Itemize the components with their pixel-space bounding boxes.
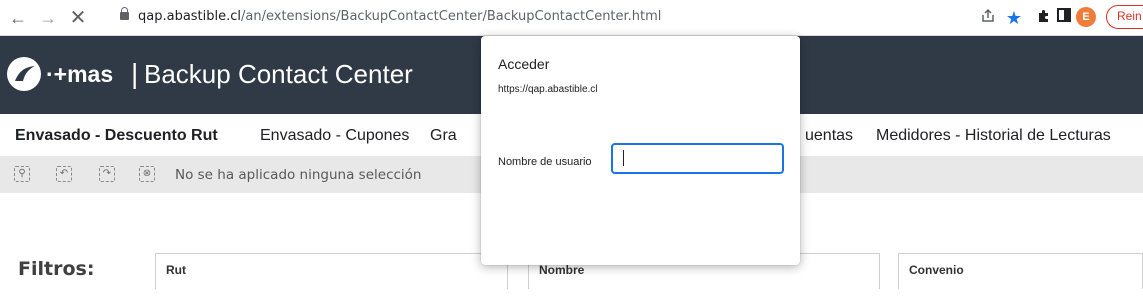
extensions-puzzle-icon[interactable]: [1034, 8, 1054, 28]
share-icon[interactable]: [978, 8, 998, 28]
filter-rut-label: Rut: [166, 263, 186, 277]
selection-status: No se ha aplicado ninguna selección: [175, 167, 422, 183]
tab-cuentas[interactable]: uentas: [805, 127, 853, 145]
side-panel-icon[interactable]: [1054, 8, 1074, 28]
profile-avatar[interactable]: E: [1076, 7, 1096, 27]
dialog-origin: https://qap.abastible.cl: [498, 84, 598, 95]
filter-convenio[interactable]: Convenio: [898, 253, 1143, 289]
text-cursor: [623, 150, 624, 166]
url-path: /an/extensions/BackupContactCenter/Backu…: [241, 9, 662, 24]
sign-in-dialog: Acceder https://qap.abastible.cl Nombre …: [481, 36, 800, 265]
forward-arrow-icon[interactable]: →: [36, 6, 60, 30]
browser-toolbar: ← → ✕ qap.abastible.cl/an/extensions/Bac…: [0, 0, 1143, 36]
brand-logo-text: ·+mas: [46, 61, 114, 87]
dialog-title: Acceder: [498, 56, 550, 72]
filters-label: Filtros:: [18, 258, 95, 280]
username-label: Nombre de usuario: [498, 156, 592, 168]
relaunch-button[interactable]: Rein: [1106, 5, 1143, 29]
step-back-icon[interactable]: ↶: [56, 166, 72, 182]
filter-convenio-label: Convenio: [909, 263, 964, 277]
bookmark-star-icon[interactable]: ★: [1004, 8, 1024, 28]
stop-loading-icon[interactable]: ✕: [66, 6, 90, 30]
clear-selections-icon[interactable]: ⊗: [139, 166, 155, 182]
address-bar[interactable]: qap.abastible.cl/an/extensions/BackupCon…: [138, 9, 661, 24]
username-field[interactable]: [611, 143, 784, 174]
back-arrow-icon[interactable]: ←: [6, 6, 30, 30]
step-forward-icon[interactable]: ↷: [99, 166, 115, 182]
tab-envasado-descuento-rut[interactable]: Envasado - Descuento Rut: [15, 127, 218, 145]
header-separator: |: [131, 58, 139, 89]
app-title: Backup Contact Center: [144, 59, 413, 89]
brand-logo-icon: [7, 57, 41, 91]
tab-envasado-cupones[interactable]: Envasado - Cupones: [260, 127, 409, 145]
url-host: qap.abastible.cl: [138, 9, 242, 24]
smart-search-icon[interactable]: ⚲: [14, 166, 30, 182]
filter-rut[interactable]: Rut: [155, 253, 508, 289]
lock-icon[interactable]: [120, 7, 129, 20]
tab-gra[interactable]: Gra: [430, 127, 457, 145]
filter-nombre-label: Nombre: [539, 263, 585, 277]
tab-medidores-historial-de-lecturas[interactable]: Medidores - Historial de Lecturas: [876, 127, 1111, 145]
